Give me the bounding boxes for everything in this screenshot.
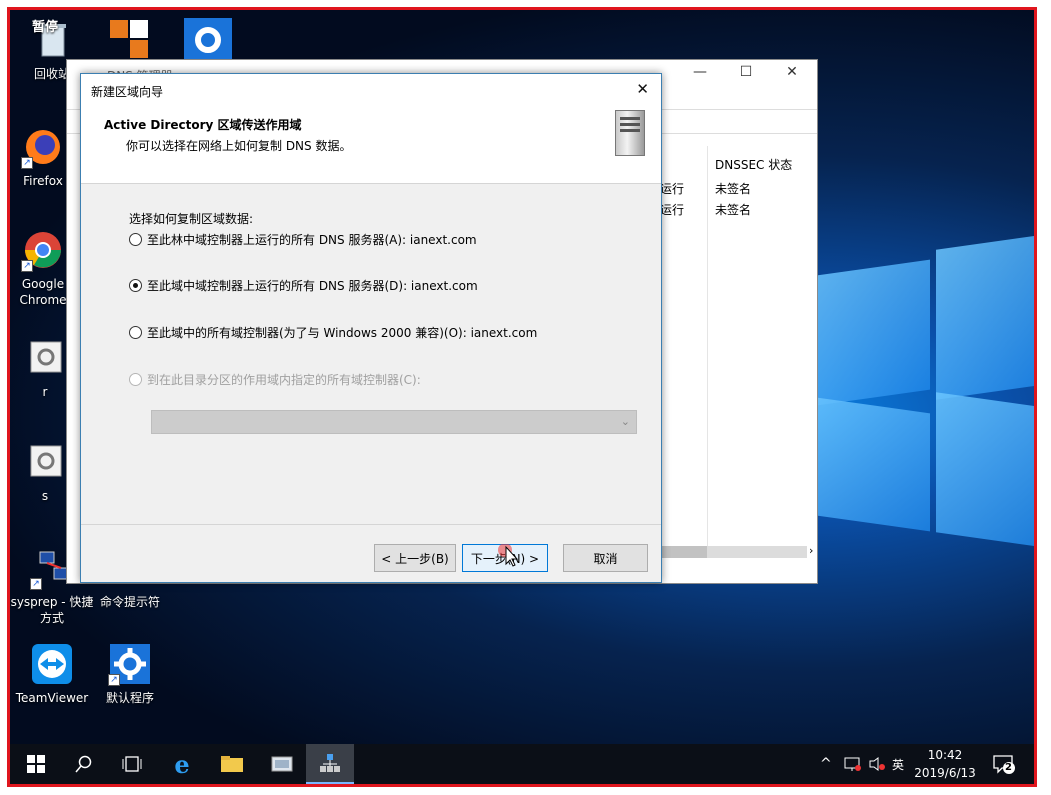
radio-button[interactable]: [129, 232, 142, 246]
row-dnssec: 未签名: [715, 182, 752, 196]
show-hidden-icons[interactable]: ^: [820, 744, 832, 784]
server-icon: [615, 110, 645, 156]
file-explorer-icon[interactable]: [208, 744, 256, 784]
screen-frame: 暂停 回收站 ↗ Firefox ↗ Google Chrome r s ↗ s…: [7, 7, 1037, 787]
wallpaper-logo-pane: [936, 234, 1034, 400]
row-status: 运行: [660, 203, 685, 217]
wallpaper-logo-pane: [810, 396, 930, 532]
desktop-icon-teamviewer[interactable]: TeamViewer: [10, 642, 94, 706]
wizard-footer: < 上一步(B) 下一步(N) > 取消: [81, 524, 661, 582]
wallpaper-logo-pane: [936, 392, 1034, 548]
radio-label: 至此域中的所有域控制器(为了与 Windows 2000 兼容)(O): ian…: [147, 325, 538, 340]
desktop-icon-label: 命令提示符: [99, 595, 160, 609]
radio-option-win2000[interactable]: 至此域中的所有域控制器(为了与 Windows 2000 兼容)(O): ian…: [129, 324, 537, 340]
server-manager-icon[interactable]: [258, 744, 306, 784]
task-view-icon[interactable]: [108, 744, 156, 784]
row-dnssec: 未签名: [715, 203, 752, 217]
dns-manager-taskbar-icon[interactable]: [306, 744, 354, 784]
show-desktop-button[interactable]: [1034, 744, 1035, 784]
new-zone-wizard-dialog[interactable]: 新建区域向导 ✕ Active Directory 区域传送作用域 你可以选择在…: [80, 73, 662, 583]
radio-option-domain[interactable]: 至此域中域控制器上运行的所有 DNS 服务器(D): ianext.com: [129, 277, 478, 293]
notification-count: 2: [1005, 762, 1012, 773]
radio-label: 至此域中域控制器上运行的所有 DNS 服务器(D): ianext.com: [147, 278, 478, 293]
wizard-title: 新建区域向导: [91, 85, 164, 99]
network-icon[interactable]: [844, 744, 862, 784]
wizard-subheading: 你可以选择在网络上如何复制 DNS 数据。: [126, 139, 352, 153]
radio-label: 到在此目录分区的作用域内指定的所有域控制器(C):: [147, 372, 421, 387]
windows-logo-icon: [27, 755, 45, 773]
row-status: 运行: [660, 182, 685, 196]
column-divider: [707, 146, 708, 546]
minimize-icon[interactable]: —: [677, 64, 723, 80]
settings-file-icon: [23, 440, 67, 484]
directory-partition-select: ⌄: [151, 410, 637, 434]
wallpaper-logo-pane: [810, 259, 930, 407]
shortcut-arrow-icon: ↗: [21, 157, 33, 169]
replication-prompt: 选择如何复制区域数据:: [129, 212, 254, 226]
pause-overlay-text: 暂停: [32, 20, 59, 35]
column-header-dnssec[interactable]: DNSSEC 状态: [715, 156, 792, 173]
clock-time: 10:42: [927, 748, 963, 762]
settings-file-icon: [23, 336, 67, 380]
input-method-indicator[interactable]: 英: [892, 744, 904, 784]
shortcut-arrow-icon: ↗: [30, 578, 42, 590]
scroll-right-icon[interactable]: ›: [809, 544, 813, 557]
cancel-button[interactable]: 取消: [563, 544, 648, 572]
clock[interactable]: 10:42 2019/6/13: [910, 744, 980, 784]
shortcut-arrow-icon: ↗: [108, 674, 120, 686]
close-icon[interactable]: ✕: [636, 80, 649, 98]
chevron-down-icon: ⌄: [620, 415, 630, 428]
desktop-icon-label: 默认程序: [105, 691, 154, 705]
wizard-heading: Active Directory 区域传送作用域: [104, 118, 302, 132]
chrome-icon: ↗: [21, 228, 65, 272]
start-button[interactable]: [12, 744, 60, 784]
teamviewer-icon: [30, 642, 74, 686]
radio-button[interactable]: [129, 278, 142, 292]
top-settings-icon[interactable]: [184, 18, 232, 62]
radio-option-forest[interactable]: 至此林中域控制器上运行的所有 DNS 服务器(A): ianext.com: [129, 231, 477, 247]
wizard-header: Active Directory 区域传送作用域 你可以选择在网络上如何复制 D…: [81, 104, 661, 184]
action-center-icon[interactable]: 2: [992, 744, 1016, 784]
radio-option-partition: 到在此目录分区的作用域内指定的所有域控制器(C):: [129, 371, 421, 387]
top-app-icon[interactable]: [108, 18, 152, 62]
volume-muted-icon[interactable]: [868, 744, 886, 784]
radio-button: [129, 372, 142, 386]
firefox-icon: ↗: [21, 125, 65, 169]
radio-label: 至此林中域控制器上运行的所有 DNS 服务器(A): ianext.com: [147, 232, 477, 247]
wizard-titlebar: 新建区域向导 ✕: [81, 74, 661, 104]
internet-explorer-icon[interactable]: e: [158, 744, 206, 784]
shortcut-arrow-icon: ↗: [21, 260, 33, 272]
mouse-cursor-icon: [498, 543, 522, 568]
clock-date: 2019/6/13: [914, 766, 976, 780]
recycle-bin-icon: 暂停: [30, 18, 74, 62]
close-icon[interactable]: ✕: [769, 64, 815, 80]
desktop-icon-label: TeamViewer: [15, 691, 89, 705]
radio-button[interactable]: [129, 325, 142, 339]
back-button[interactable]: < 上一步(B): [374, 544, 456, 572]
desktop-icon-default-programs[interactable]: ↗ 默认程序: [88, 642, 172, 706]
taskbar: e ^ 英 10:42 2019/6/13 2: [10, 744, 1035, 784]
horizontal-scrollbar[interactable]: [647, 546, 807, 558]
maximize-icon[interactable]: ☐: [723, 64, 769, 80]
wizard-body: 选择如何复制区域数据: 至此林中域控制器上运行的所有 DNS 服务器(A): i…: [81, 184, 661, 524]
search-icon[interactable]: [60, 744, 108, 784]
default-programs-icon: ↗: [108, 642, 152, 686]
desktop-icon-label: sysprep - 快捷方式: [10, 595, 94, 625]
